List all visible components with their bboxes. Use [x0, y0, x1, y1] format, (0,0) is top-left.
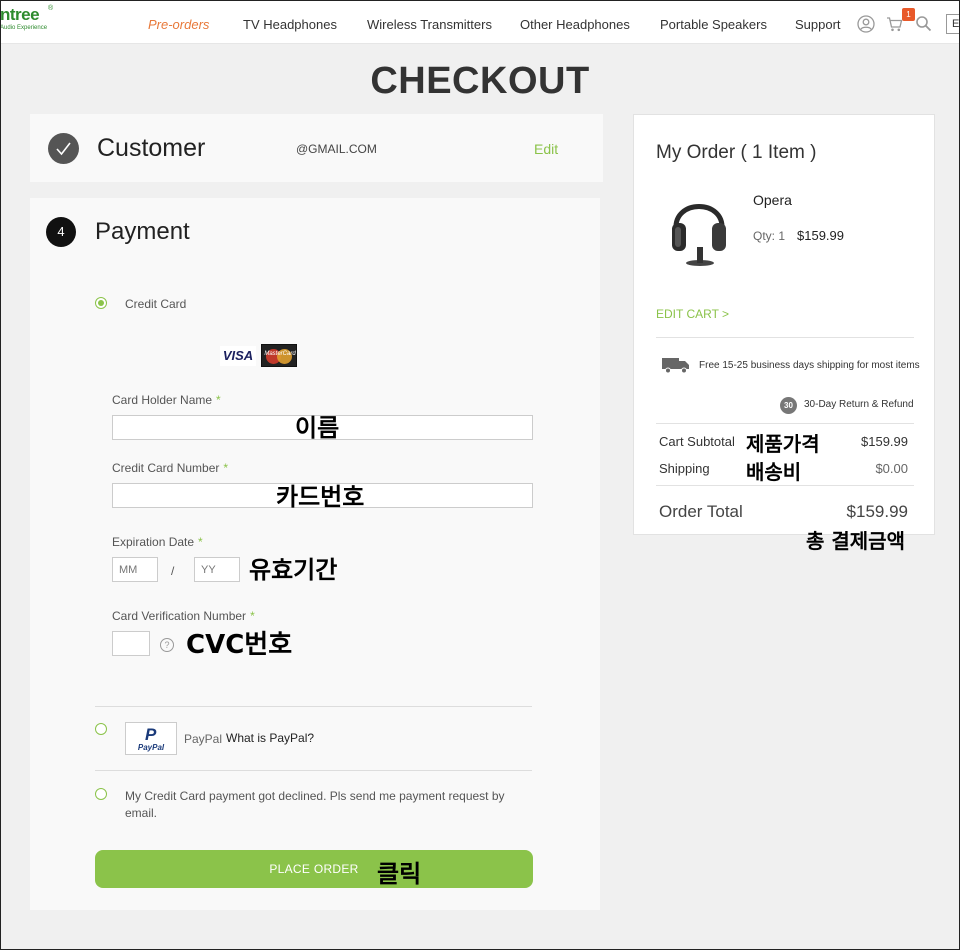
required-mark: *	[223, 461, 229, 475]
cvn-label: Card Verification Number *	[112, 609, 255, 623]
payment-section: 4 Payment Credit Card VISA MasterCard Ca…	[30, 198, 600, 910]
return-note: 30-Day Return & Refund	[804, 399, 914, 410]
paypal-logo: P PayPal	[125, 722, 177, 755]
paypal-label: PayPal	[184, 732, 223, 746]
truck-icon	[662, 358, 689, 374]
expiry-separator: /	[171, 564, 175, 578]
customer-email: @GMAIL.COM	[296, 142, 377, 156]
divider	[656, 423, 914, 424]
card-holder-label-text: Card Holder Name	[112, 393, 213, 407]
required-mark: *	[250, 609, 255, 623]
order-summary-title: My Order ( 1 Item )	[656, 142, 817, 163]
completed-check-icon	[48, 133, 79, 164]
what-is-paypal-link[interactable]: What is PayPal?	[226, 731, 314, 745]
annotation-name: 이름	[295, 414, 340, 442]
brand-logo[interactable]: ntree ® Audio Experience	[0, 5, 60, 37]
mastercard-logo: MasterCard	[261, 344, 297, 367]
cart-icon[interactable]	[886, 16, 903, 32]
product-price: $159.99	[797, 228, 844, 243]
declined-option-label: My Credit Card payment got declined. Pls…	[125, 789, 505, 820]
logo-text: ntree	[0, 5, 40, 24]
annotation-click: 클릭	[377, 860, 422, 888]
annotation-cvc: CVC번호	[186, 630, 293, 660]
place-order-button[interactable]: PLACE ORDER	[95, 850, 533, 888]
cart-count-badge: 1	[902, 8, 915, 21]
customer-section: Customer @GMAIL.COM Edit	[30, 114, 603, 182]
annotation-total-payment: 총 결제금액	[806, 529, 905, 553]
logo-tagline: Audio Experience	[0, 25, 48, 31]
expiry-month-input[interactable]	[112, 557, 158, 582]
logo-registered-mark: ®	[48, 5, 54, 12]
required-mark: *	[198, 535, 203, 549]
paypal-logo-word: PayPal	[137, 743, 165, 752]
site-header: ntree ® Audio Experience Pre-orders TV H…	[0, 0, 960, 44]
payment-heading: Payment	[95, 218, 190, 245]
cvn-label-text: Card Verification Number	[112, 609, 247, 623]
account-icon[interactable]	[857, 15, 875, 33]
nav-pre-orders[interactable]: Pre-orders	[148, 17, 209, 32]
expiry-year-input[interactable]	[194, 557, 240, 582]
cvn-input[interactable]	[112, 631, 150, 656]
shipping-value: $0.00	[875, 461, 908, 476]
order-total-value: $159.99	[846, 502, 908, 521]
shipping-label: Shipping	[659, 461, 710, 476]
expiration-label-text: Expiration Date	[112, 535, 195, 549]
annotation-product-price: 제품가격	[746, 432, 820, 456]
step-number-badge: 4	[46, 217, 76, 247]
search-icon[interactable]	[915, 15, 932, 32]
customer-heading: Customer	[97, 134, 206, 162]
credit-card-label: Credit Card	[125, 297, 187, 311]
nav-other-headphones[interactable]: Other Headphones	[520, 17, 630, 32]
nav-portable-speakers[interactable]: Portable Speakers	[660, 17, 767, 32]
order-total-label: Order Total	[659, 502, 743, 521]
customer-edit-link[interactable]: Edit	[534, 141, 558, 157]
shipping-note: Free 15-25 business days shipping for mo…	[699, 360, 920, 371]
nav-tv-headphones[interactable]: TV Headphones	[243, 17, 337, 32]
product-name[interactable]: Opera	[753, 192, 792, 208]
card-number-label-text: Credit Card Number	[112, 461, 220, 475]
required-mark: *	[216, 393, 221, 407]
product-quantity: Qty: 1	[753, 229, 786, 243]
return-badge-icon: 30	[780, 397, 797, 414]
paypal-radio[interactable]	[95, 723, 107, 735]
subtotal-value: $159.99	[861, 434, 908, 449]
mastercard-wordmark: MasterCard	[264, 351, 296, 357]
visa-logo: VISA	[220, 346, 256, 366]
subtotal-label: Cart Subtotal	[659, 434, 735, 449]
divider	[656, 485, 914, 486]
edit-cart-link[interactable]: EDIT CART >	[656, 307, 729, 321]
page-title: CHECKOUT	[370, 60, 590, 102]
nav-wireless-transmitters[interactable]: Wireless Transmitters	[367, 17, 492, 32]
declined-radio[interactable]	[95, 788, 107, 800]
divider	[95, 706, 532, 707]
credit-card-radio[interactable]	[95, 297, 107, 309]
card-holder-label: Card Holder Name *	[112, 393, 221, 407]
annotation-shipping-cost: 배송비	[746, 460, 802, 484]
annotation-expiry: 유효기간	[249, 556, 338, 584]
paypal-logo-p: P	[145, 725, 157, 744]
expiration-label: Expiration Date *	[112, 535, 203, 549]
product-image[interactable]	[664, 187, 734, 267]
divider	[656, 337, 914, 338]
divider	[95, 770, 532, 771]
nav-support[interactable]: Support	[795, 17, 841, 32]
annotation-card-number: 카드번호	[276, 483, 365, 511]
language-selector[interactable]: E	[946, 14, 960, 34]
card-number-label: Credit Card Number *	[112, 461, 228, 475]
help-icon[interactable]: ?	[160, 638, 174, 652]
